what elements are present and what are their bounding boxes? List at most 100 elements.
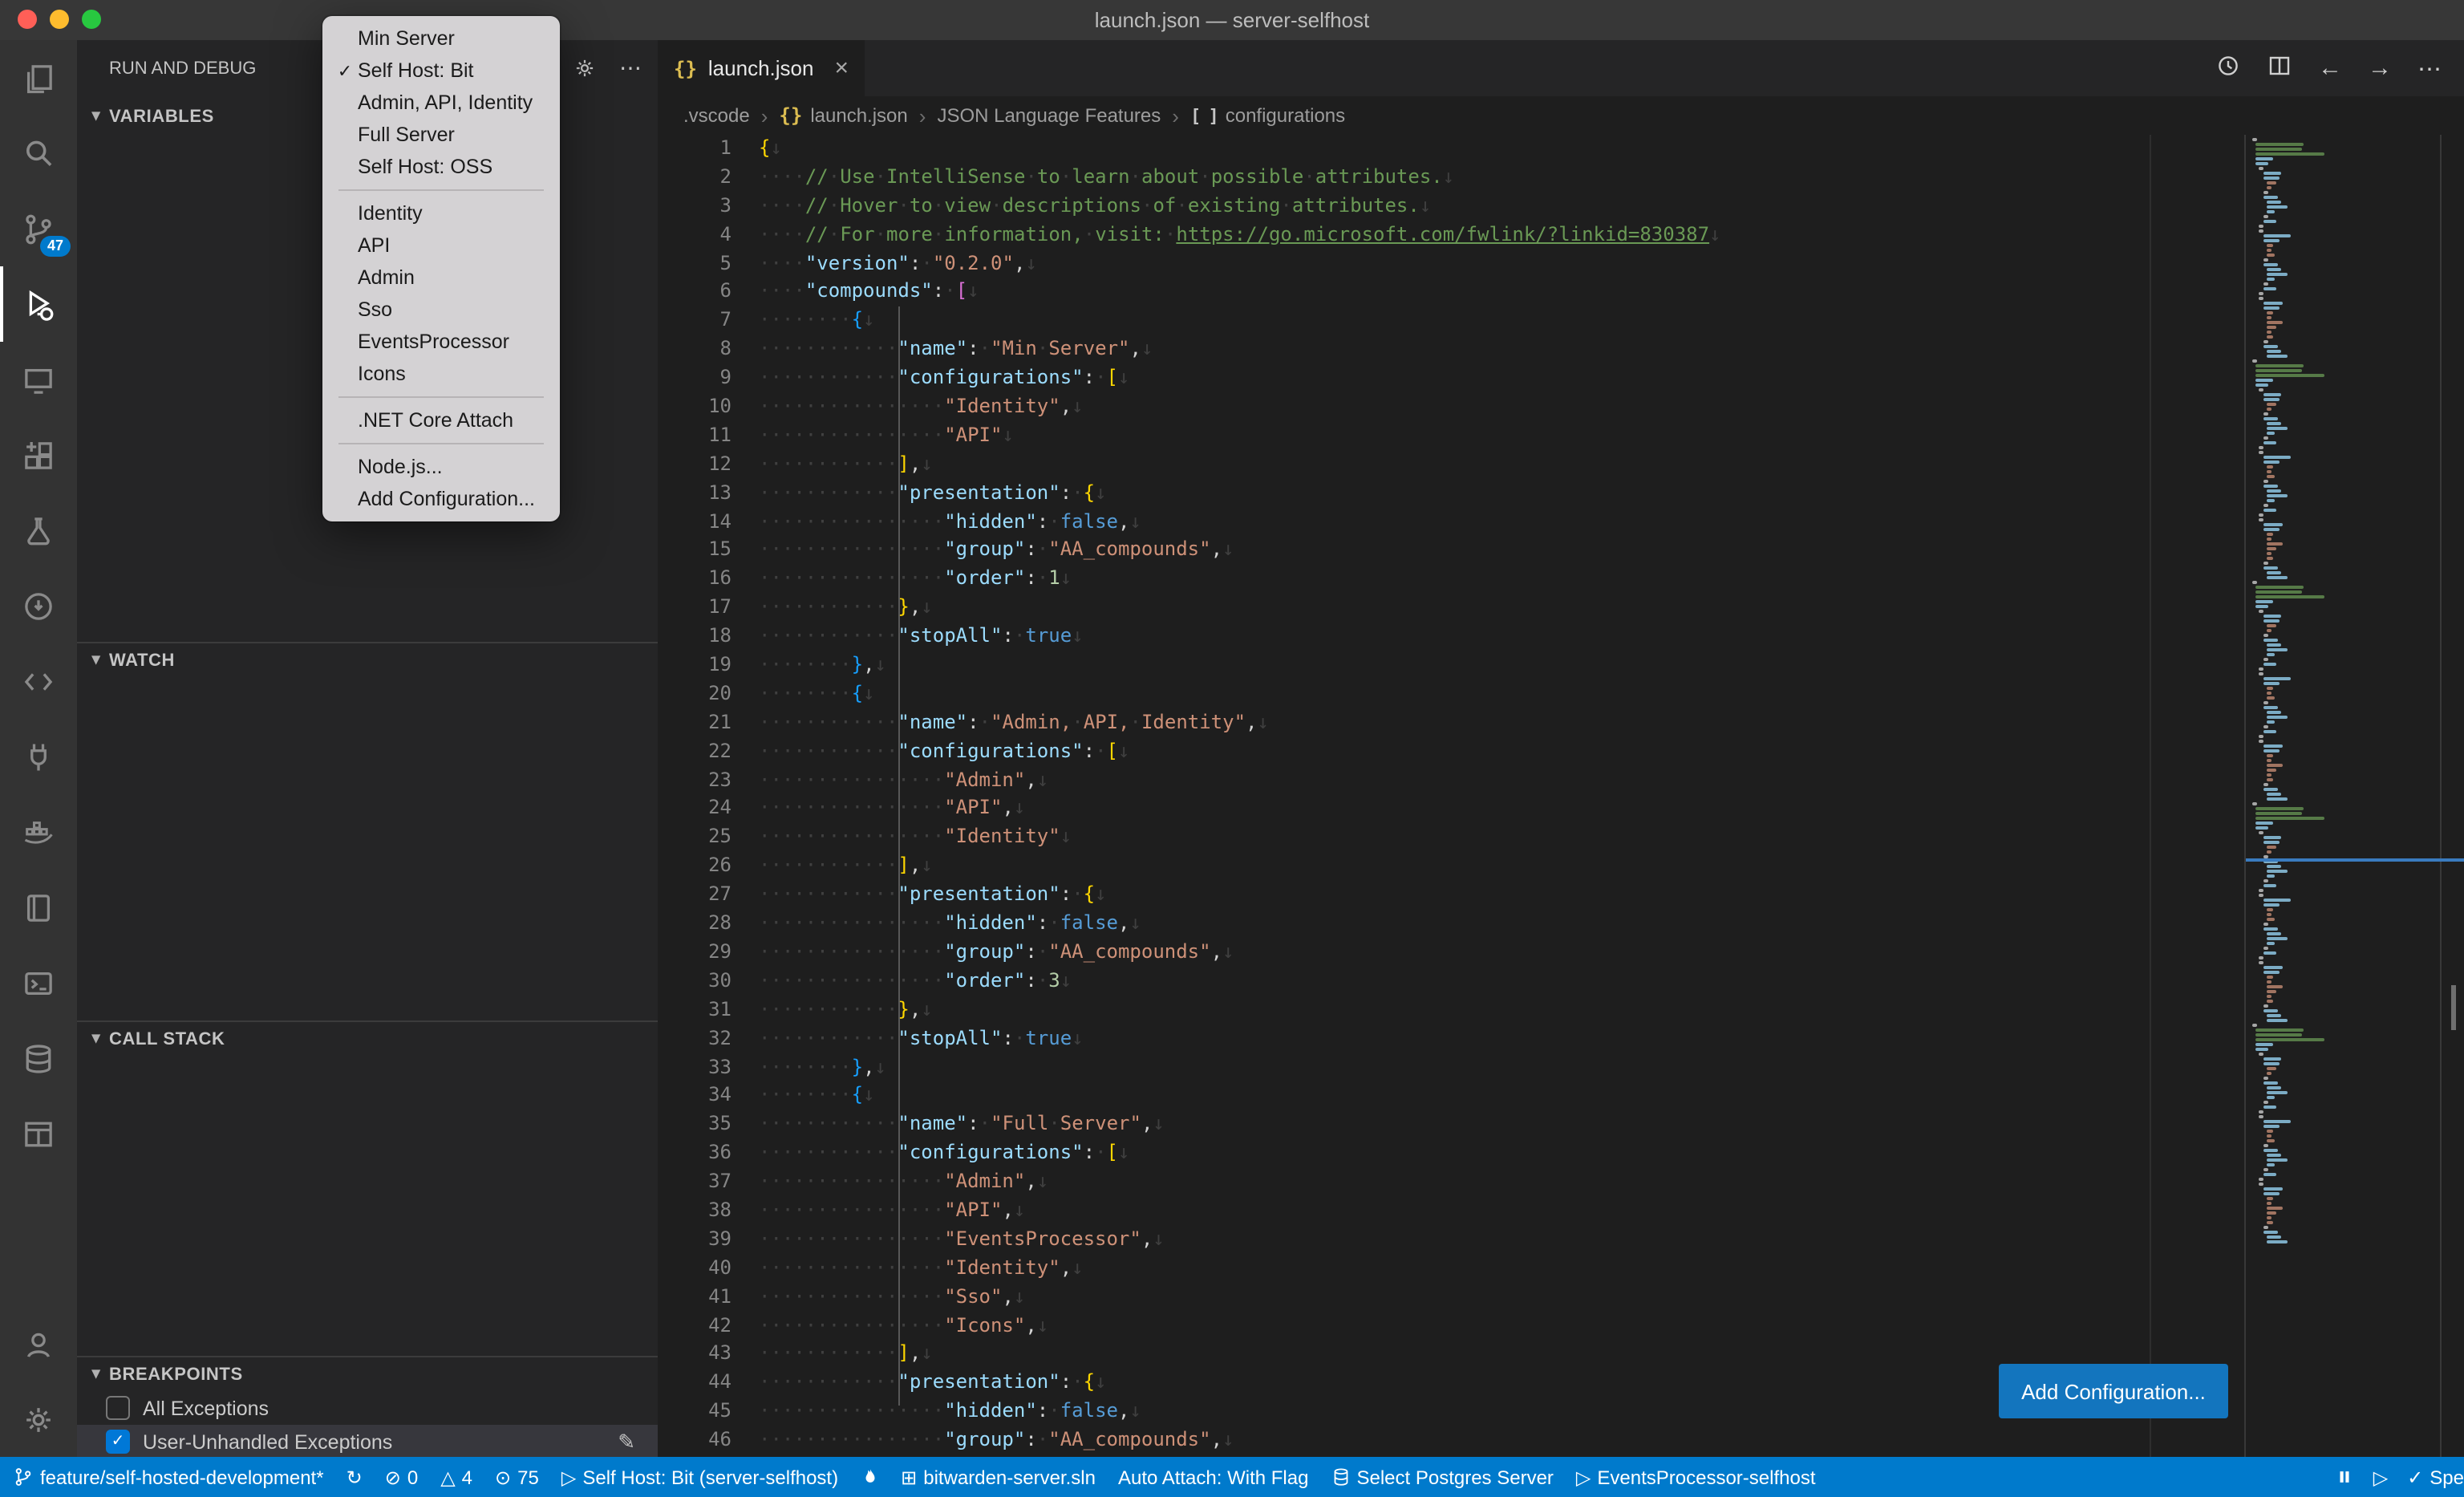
menu-item[interactable]: EventsProcessor xyxy=(322,326,560,358)
code-line[interactable]: 37················"Admin",↓ xyxy=(658,1168,2246,1197)
code-line[interactable]: 30················"order":·3↓ xyxy=(658,968,2246,996)
close-tab-icon[interactable]: × xyxy=(834,55,849,82)
section-call-stack[interactable]: ▾ CALL STACK xyxy=(77,1020,658,1056)
add-configuration-button[interactable]: Add Configuration... xyxy=(1999,1364,2228,1418)
menu-item[interactable]: Admin, API, Identity xyxy=(322,87,560,119)
status-item[interactable]: ↻ xyxy=(346,1466,363,1488)
status-item[interactable]: ⊙75 xyxy=(495,1466,539,1488)
status-item[interactable]: Select Postgres Server xyxy=(1331,1466,1553,1488)
terminal-icon[interactable] xyxy=(0,945,77,1020)
status-item[interactable]: △4 xyxy=(440,1466,472,1488)
status-item[interactable]: ✓Spe xyxy=(2407,1466,2464,1488)
more-views-icon[interactable]: ⋯ xyxy=(619,55,642,82)
code-line[interactable]: 24················"API",↓ xyxy=(658,795,2246,824)
breakpoint-row[interactable]: All Exceptions xyxy=(77,1391,658,1425)
overview-ruler[interactable] xyxy=(2440,135,2464,1457)
code-line[interactable]: 14················"hidden":·false,↓ xyxy=(658,508,2246,537)
status-item[interactable]: ⊞bitwarden-server.sln xyxy=(901,1466,1096,1488)
code-brackets-icon[interactable] xyxy=(0,643,77,719)
menu-item[interactable]: .NET Core Attach xyxy=(322,404,560,436)
code-line[interactable]: 26············],↓ xyxy=(658,853,2246,882)
run-debug-icon[interactable] xyxy=(0,266,77,342)
menu-item[interactable]: ✓Self Host: Bit xyxy=(322,55,560,87)
code-line[interactable]: 34········{↓ xyxy=(658,1082,2246,1111)
section-watch[interactable]: ▾ WATCH xyxy=(77,642,658,677)
status-item[interactable]: ▷ xyxy=(2373,1466,2388,1488)
code-line[interactable]: 1{↓ xyxy=(658,135,2246,164)
code-line[interactable]: 18············"stopAll":·true↓ xyxy=(658,623,2246,651)
breadcrumb-item[interactable]: [ ]configurations xyxy=(1190,104,1345,127)
accounts-icon[interactable] xyxy=(0,1306,77,1381)
code-line[interactable]: 12············],↓ xyxy=(658,451,2246,480)
breakpoint-row[interactable]: ✓User-Unhandled Exceptions✎ xyxy=(77,1425,658,1457)
section-breakpoints[interactable]: ▾ BREAKPOINTS xyxy=(77,1356,658,1391)
code-line[interactable]: 28················"hidden":·false,↓ xyxy=(658,910,2246,939)
code-line[interactable]: 2····//·Use·IntelliSense·to·learn·about·… xyxy=(658,164,2246,193)
code-line[interactable]: 29················"group":·"AA_compounds… xyxy=(658,939,2246,968)
live-share-icon[interactable] xyxy=(0,568,77,643)
code-line[interactable]: 40················"Identity",↓ xyxy=(658,1254,2246,1283)
code-line[interactable]: 31············},↓ xyxy=(658,996,2246,1024)
code-line[interactable]: 13············"presentation":·{↓ xyxy=(658,479,2246,508)
minimap[interactable] xyxy=(2244,135,2384,1457)
navigate-forward-icon[interactable]: → xyxy=(2368,55,2392,82)
checkbox-checked[interactable]: ✓ xyxy=(106,1430,130,1454)
menu-item[interactable]: Min Server xyxy=(322,22,560,55)
menu-item[interactable]: Admin xyxy=(322,262,560,294)
menu-item[interactable]: Sso xyxy=(322,294,560,326)
docker-icon[interactable] xyxy=(0,794,77,870)
notebook-icon[interactable] xyxy=(0,870,77,945)
settings-gear-icon[interactable] xyxy=(0,1381,77,1457)
plug-icon[interactable] xyxy=(0,719,77,794)
layout-icon[interactable] xyxy=(0,1096,77,1171)
code-line[interactable]: 23················"Admin",↓ xyxy=(658,766,2246,795)
status-item[interactable]: Auto Attach: With Flag xyxy=(1118,1466,1308,1488)
testing-icon[interactable] xyxy=(0,493,77,568)
status-item[interactable]: feature/self-hosted-development* xyxy=(13,1466,324,1488)
checkbox-unchecked[interactable] xyxy=(106,1396,130,1420)
code-line[interactable]: 5····"version":·"0.2.0",↓ xyxy=(658,250,2246,278)
tab-launch-json[interactable]: {} launch.json × xyxy=(658,40,865,96)
code-line[interactable]: 7········{↓ xyxy=(658,307,2246,336)
minimize-window-button[interactable] xyxy=(50,10,69,29)
zoom-window-button[interactable] xyxy=(82,10,101,29)
code-line[interactable]: 11················"API"↓ xyxy=(658,422,2246,451)
status-item[interactable]: ▷Self Host: Bit (server-selfhost) xyxy=(561,1466,838,1488)
breadcrumb-item[interactable]: .vscode xyxy=(683,104,750,127)
code-line[interactable]: 9············"configurations":·[↓ xyxy=(658,364,2246,393)
code-line[interactable]: 35············"name":·"Full·Server",↓ xyxy=(658,1111,2246,1140)
close-window-button[interactable] xyxy=(18,10,37,29)
code-line[interactable]: 25················"Identity"↓ xyxy=(658,824,2246,853)
code-line[interactable]: 39················"EventsProcessor",↓ xyxy=(658,1226,2246,1255)
code-lines[interactable]: 1{↓2····//·Use·IntelliSense·to·learn·abo… xyxy=(658,135,2246,1457)
code-line[interactable]: 33········},↓ xyxy=(658,1053,2246,1082)
more-actions-icon[interactable]: ⋯ xyxy=(2417,54,2442,83)
status-item[interactable] xyxy=(861,1467,878,1487)
debug-settings-gear-icon[interactable] xyxy=(573,56,597,80)
menu-item[interactable]: Self Host: OSS xyxy=(322,151,560,183)
code-line[interactable]: 32············"stopAll":·true↓ xyxy=(658,1024,2246,1053)
status-item[interactable]: ⊘0 xyxy=(385,1466,419,1488)
menu-item[interactable]: Add Configuration... xyxy=(322,483,560,515)
breadcrumb-item[interactable]: JSON Language Features xyxy=(937,104,1161,127)
menu-item[interactable]: Icons xyxy=(322,358,560,390)
code-line[interactable]: 27············"presentation":·{↓ xyxy=(658,881,2246,910)
code-line[interactable]: 17············},↓ xyxy=(658,594,2246,623)
menu-item[interactable]: Identity xyxy=(322,197,560,229)
breadcrumb-item[interactable]: {}launch.json xyxy=(779,104,907,127)
menu-item[interactable]: Full Server xyxy=(322,119,560,151)
code-line[interactable]: 6····"compounds":·[↓ xyxy=(658,278,2246,307)
code-line[interactable]: 15················"group":·"AA_compounds… xyxy=(658,537,2246,566)
code-line[interactable]: 36············"configurations":·[↓ xyxy=(658,1139,2246,1168)
status-item[interactable] xyxy=(2336,1468,2354,1486)
code-line[interactable]: 20········{↓ xyxy=(658,680,2246,709)
source-control-icon[interactable]: 47 xyxy=(0,191,77,266)
code-line[interactable]: 41················"Sso",↓ xyxy=(658,1283,2246,1312)
menu-item[interactable]: Node.js... xyxy=(322,451,560,483)
explorer-icon[interactable] xyxy=(0,40,77,116)
status-item[interactable]: ▷EventsProcessor-selfhost xyxy=(1576,1466,1816,1488)
postgres-database-icon[interactable] xyxy=(0,1020,77,1096)
code-line[interactable]: 10················"Identity",↓ xyxy=(658,393,2246,422)
code-line[interactable]: 16················"order":·1↓ xyxy=(658,566,2246,594)
split-editor-icon[interactable] xyxy=(2267,52,2292,84)
